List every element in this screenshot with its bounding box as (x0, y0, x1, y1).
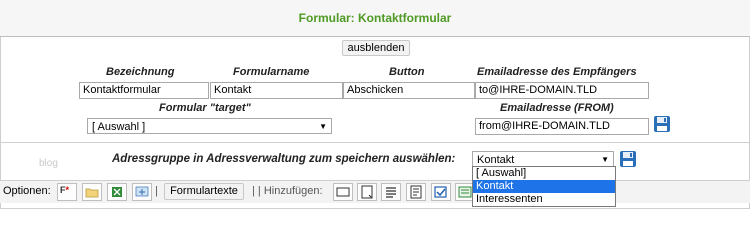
dropdown-option[interactable]: Interessenten (473, 193, 615, 206)
label-adressgruppe: Adressgruppe in Adressverwaltung zum spe… (112, 153, 456, 165)
chevron-down-icon: ▼ (319, 122, 327, 131)
target-select-value: [ Auswahl ] (92, 121, 146, 133)
adressgruppe-dropdown-list: [ Auswahl] Kontakt Interessenten (472, 166, 616, 207)
text-lines-icon[interactable] (381, 183, 401, 201)
label-email-from: Emailadresse (FROM) (500, 102, 614, 114)
excel-icon[interactable] (107, 183, 127, 201)
textfield-icon[interactable] (333, 183, 353, 201)
label-bezeichnung: Bezeichnung (106, 66, 175, 78)
add-label: | | Hinzufügen: (252, 185, 323, 197)
email-from-input[interactable]: from@IHRE-DOMAIN.TLD (475, 118, 649, 135)
checkbox-icon[interactable] (431, 183, 451, 201)
folder-icon[interactable] (82, 183, 102, 201)
divider (0, 142, 750, 143)
label-button: Button (389, 66, 425, 78)
dropdown-option-selected[interactable]: Kontakt (473, 180, 615, 193)
adressgruppe-select[interactable]: Kontakt ▼ (472, 151, 614, 167)
import-icon[interactable] (132, 183, 152, 201)
dropdown-option[interactable]: [ Auswahl] (473, 167, 615, 180)
formulartexte-button[interactable]: Formulartexte (164, 183, 244, 200)
button-text-input[interactable]: Abschicken (343, 82, 475, 99)
separator: | (155, 185, 158, 197)
save-icon[interactable] (619, 150, 637, 168)
label-target: Formular "target" (159, 102, 251, 114)
bezeichnung-input[interactable]: Kontaktformular (79, 82, 209, 99)
save-icon[interactable] (653, 115, 671, 133)
textarea-icon[interactable] (357, 183, 377, 201)
label-formularname: Formularname (233, 66, 310, 78)
blog-label: blog (39, 158, 58, 169)
form-title: Formular: Kontaktformular (0, 0, 750, 37)
hide-button[interactable]: ausblenden (342, 40, 410, 56)
target-select[interactable]: [ Auswahl ] ▼ (87, 118, 332, 134)
document-icon[interactable] (406, 183, 426, 201)
options-label: Optionen: (3, 185, 51, 197)
adressgruppe-select-value: Kontakt (477, 154, 515, 166)
formularname-input[interactable]: Kontakt (210, 82, 343, 99)
required-field-icon[interactable]: F* (57, 183, 77, 201)
bottom-toolbar: Optionen: F* | Formulartexte | | Hinzufü… (0, 180, 750, 203)
email-to-input[interactable]: to@IHRE-DOMAIN.TLD (475, 82, 649, 99)
label-email-recipient: Emailadresse des Empfängers (477, 66, 637, 78)
